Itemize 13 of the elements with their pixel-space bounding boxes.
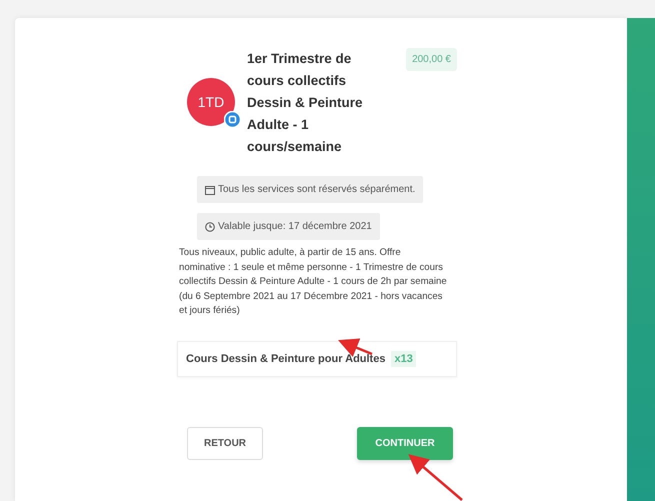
count-badge: x13 <box>391 350 416 367</box>
info-note: Tous les services sont réservés séparément. <box>197 176 424 203</box>
price-tag: 200,00 € <box>406 48 457 71</box>
calendar-icon <box>205 184 215 194</box>
avatar: 1TD <box>187 78 235 126</box>
clock-icon <box>205 222 215 232</box>
service-name: Cours Dessin & Peinture pour Adultes <box>186 352 386 366</box>
back-button[interactable]: RETOUR <box>187 427 263 460</box>
badge-icon <box>224 111 241 128</box>
annotation-arrow <box>408 454 463 501</box>
description: Tous niveaux, public adulte, à partir de 15 ans. Offre nominative : 1 seule et même personne - 1 Trimestre de cours collectifs Dessin & Peinture Adulte - 1 cours de 2h par semaine (du 6 Septembre 2021 au 17 Décembre 2021 - hors vacances et jours fériés) <box>179 246 448 318</box>
offer-title: 1er Trimestre de cours collectifs Dessin & Peinture Adulte - 1 cours/semaine <box>247 50 364 156</box>
info-note: Valable jusque: 17 décembre 2021 <box>197 213 380 240</box>
